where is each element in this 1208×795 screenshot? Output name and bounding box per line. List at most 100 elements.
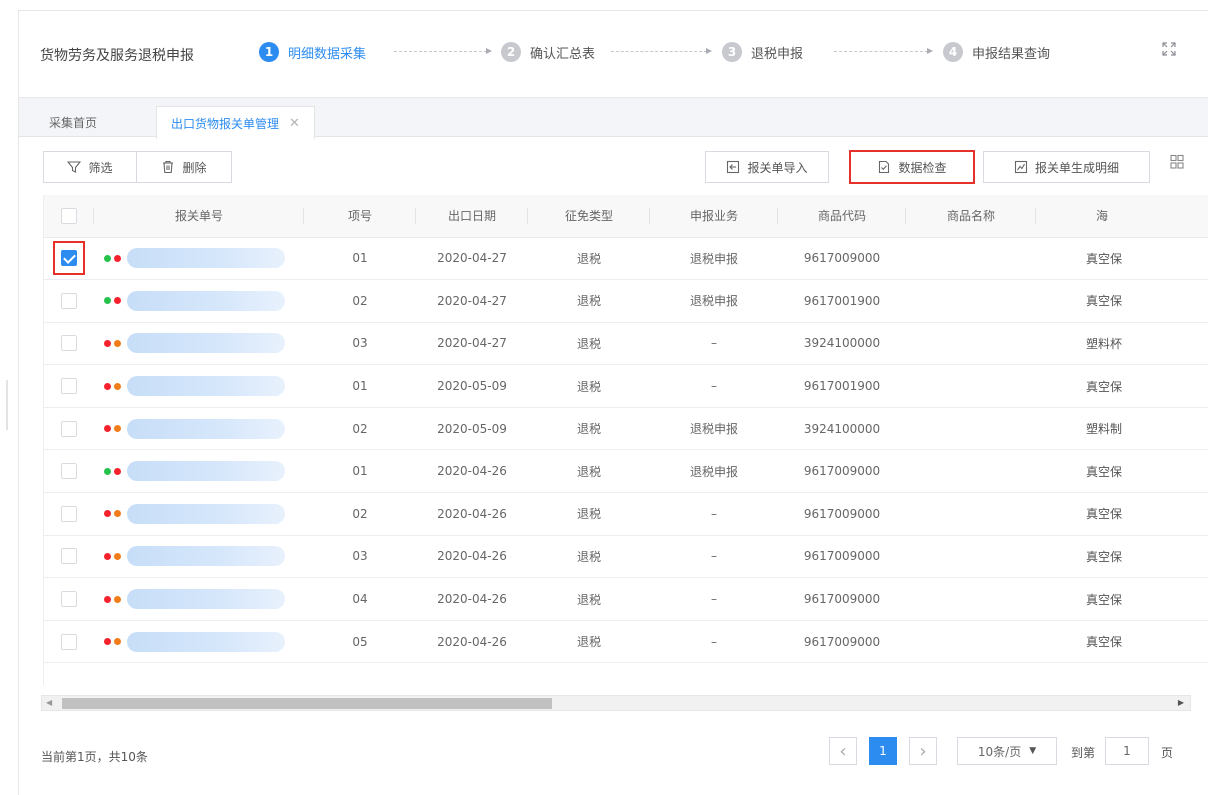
checkbox-frame [53, 539, 85, 573]
row-checkbox[interactable] [61, 250, 77, 267]
status-dots [104, 339, 121, 347]
status-dot-icon [104, 339, 111, 347]
status-dot-icon [104, 254, 111, 262]
col-header[interactable]: 海 [1036, 195, 1208, 238]
table-row[interactable]: 04 2020-04-26 退税 –9617009000 真空保 [44, 577, 1208, 621]
col-header[interactable]: 商品代码 [778, 195, 906, 238]
grid-icon[interactable] [1170, 154, 1184, 170]
select-all-checkbox[interactable] [61, 207, 77, 224]
table-row[interactable]: 01 2020-04-27 退税 退税申报 9617009000 真空保 [44, 237, 1208, 281]
step-2-label: 确认汇总表 [530, 46, 596, 62]
table-row[interactable]: 02 2020-04-27 退税 退税申报 9617001900 真空保 [44, 279, 1208, 323]
checkbox-frame [53, 625, 85, 659]
customs-table: 报关单号 项号 出口日期 征免类型 申报业务 商品代码 商品名称 海 01 202… [43, 195, 1208, 685]
table-row[interactable]: 02 2020-05-09 退税 退税申报 3924100000 塑料制 [44, 407, 1208, 451]
truncated-name-cell: 真空保 [1036, 577, 1208, 621]
status-dots [104, 510, 121, 518]
item-number-cell: 02 [304, 407, 416, 451]
step-4[interactable]: 4 申报结果查询 [943, 40, 1050, 64]
tab-label: 采集首页 [49, 115, 98, 130]
truncated-name-cell: 真空保 [1036, 237, 1208, 281]
tab-customs-declaration[interactable]: 出口货物报关单管理 ✕ [156, 106, 315, 139]
delete-button[interactable]: 删除 [136, 151, 232, 183]
declaration-business-cell: – [650, 322, 778, 366]
data-check-button[interactable]: 数据检查 [849, 150, 975, 184]
redacted-declaration-number [127, 503, 285, 524]
status-dot-icon [104, 638, 111, 646]
row-checkbox[interactable] [61, 505, 77, 522]
generate-details-label: 报关单生成明细 [1034, 160, 1119, 175]
table-row[interactable]: 03 2020-04-27 退税 –3924100000 塑料杯 [44, 322, 1208, 366]
row-checkbox[interactable] [61, 292, 77, 309]
truncated-name-cell: 真空保 [1036, 449, 1208, 494]
tab-collect-home[interactable]: 采集首页 [35, 106, 111, 138]
table-row[interactable]: 02 2020-04-26 退税 –9617009000 真空保 [44, 492, 1208, 536]
col-header[interactable]: 申报业务 [650, 195, 778, 238]
step-1-number: 1 [259, 42, 279, 62]
col-header[interactable]: 征免类型 [528, 195, 650, 238]
prev-page-button[interactable]: ‹ [829, 737, 857, 765]
fullscreen-icon[interactable] [1161, 41, 1177, 57]
export-date-cell: 2020-04-26 [416, 620, 528, 664]
row-select-cell [44, 237, 94, 281]
table-row[interactable]: 05 2020-04-26 退税 –9617009000 真空保 [44, 620, 1208, 664]
page-1-button[interactable]: 1 [869, 737, 897, 765]
redacted-declaration-number [127, 290, 285, 311]
checkbox-frame [53, 582, 85, 616]
main-panel: 货物劳务及服务退税申报 1 明细数据采集 2 确认汇总表 3 退税申报 4 申报… [18, 10, 1208, 795]
goto-page-input[interactable]: 1 [1105, 737, 1149, 765]
tax-type-cell: 退税 [528, 237, 650, 281]
close-icon[interactable]: ✕ [289, 116, 300, 131]
row-checkbox[interactable] [61, 633, 77, 650]
checkbox-frame [53, 454, 85, 488]
status-dot-icon [114, 638, 121, 646]
row-checkbox[interactable] [61, 463, 77, 480]
step-1[interactable]: 1 明细数据采集 [259, 40, 366, 64]
tax-type-cell: 退税 [528, 364, 650, 408]
table-row[interactable]: 03 2020-04-26 退税 –9617009000 真空保 [44, 535, 1208, 579]
row-checkbox[interactable] [61, 548, 77, 565]
horizontal-scrollbar[interactable]: ◀ ▶ [41, 695, 1191, 711]
truncated-name-cell: 真空保 [1036, 364, 1208, 408]
scrollbar-thumb[interactable] [62, 698, 552, 709]
item-number-cell: 01 [304, 364, 416, 408]
redacted-declaration-number [127, 589, 285, 610]
col-header[interactable]: 项号 [304, 195, 416, 238]
row-checkbox[interactable] [61, 420, 77, 437]
status-dot-icon [114, 297, 121, 305]
row-checkbox[interactable] [61, 378, 77, 395]
step-2-number: 2 [501, 42, 521, 62]
table-row[interactable]: 01 2020-04-26 退税 退税申报 9617009000 真空保 [44, 449, 1208, 494]
col-header[interactable]: 报关单号 [94, 195, 304, 238]
declaration-number-cell [94, 577, 304, 621]
item-number-cell: 05 [304, 620, 416, 664]
item-number-cell: 02 [304, 279, 416, 323]
redacted-declaration-number [127, 631, 285, 652]
export-date-cell: 2020-04-27 [416, 237, 528, 281]
row-checkbox[interactable] [61, 335, 77, 352]
page-size-select[interactable]: 10条/页 ▼ [957, 737, 1057, 765]
table-row[interactable]: 01 2020-05-09 退税 –9617001900 真空保 [44, 364, 1208, 408]
scroll-right-arrow-icon[interactable]: ▶ [1178, 698, 1184, 707]
step-2[interactable]: 2 确认汇总表 [501, 40, 595, 64]
col-header[interactable]: 出口日期 [416, 195, 528, 238]
generate-details-button[interactable]: 报关单生成明细 [983, 151, 1150, 183]
declaration-business-cell: – [650, 535, 778, 579]
import-button[interactable]: 报关单导入 [705, 151, 829, 183]
export-date-cell: 2020-04-27 [416, 322, 528, 366]
filter-button[interactable]: 筛选 [43, 151, 137, 183]
status-dot-icon [104, 425, 111, 433]
status-dot-icon [114, 254, 121, 262]
status-dots [104, 467, 121, 475]
redacted-declaration-number [127, 546, 285, 567]
next-page-button[interactable]: › [909, 737, 937, 765]
col-header[interactable]: 商品名称 [906, 195, 1036, 238]
step-3[interactable]: 3 退税申报 [722, 40, 803, 64]
row-checkbox[interactable] [61, 591, 77, 608]
scroll-left-arrow-icon[interactable]: ◀ [46, 698, 52, 707]
step-header: 货物劳务及服务退税申报 1 明细数据采集 2 确认汇总表 3 退税申报 4 申报… [19, 11, 1208, 97]
redacted-declaration-number [127, 461, 285, 482]
chevron-right-icon: › [919, 740, 927, 762]
declaration-business-cell: – [650, 577, 778, 621]
import-icon [727, 160, 740, 174]
